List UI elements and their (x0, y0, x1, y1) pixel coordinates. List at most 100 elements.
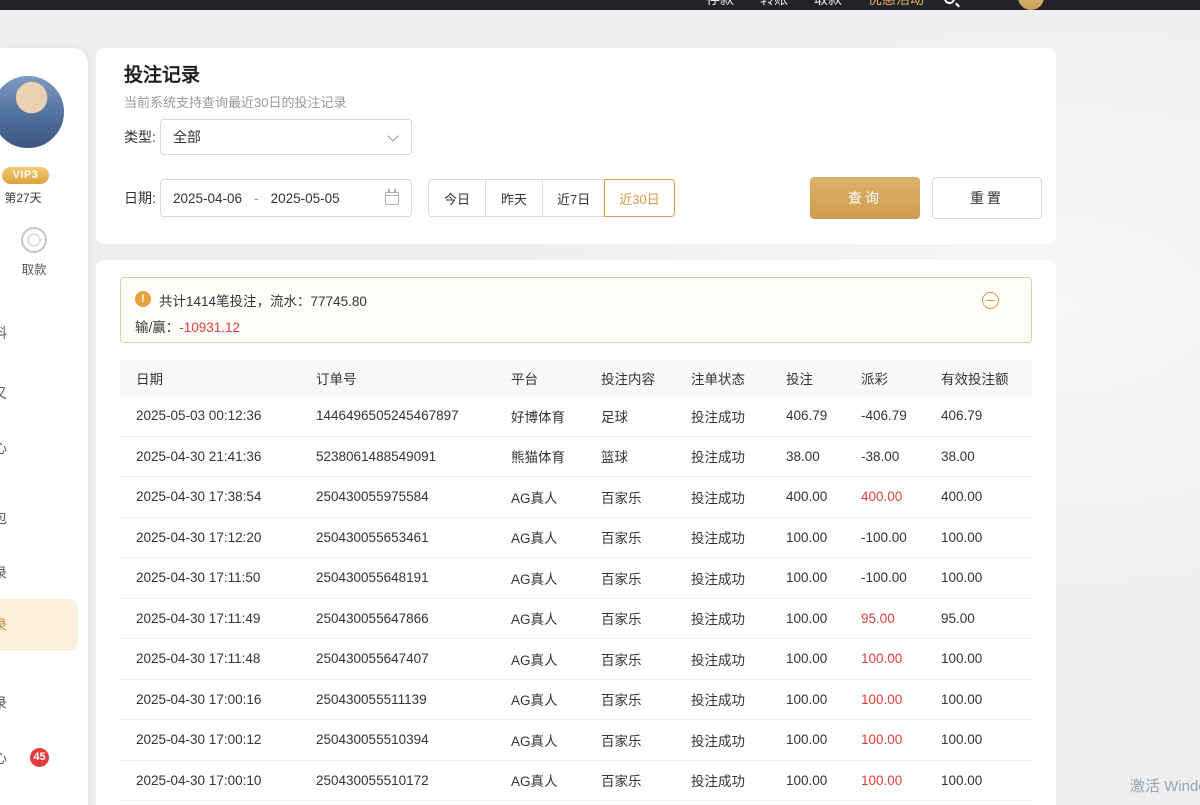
cell-order-number: 250430055510394 (316, 732, 511, 747)
cell-valid-amount: 406.79 (941, 408, 1032, 423)
page-subtitle: 当前系统支持查询最近30日的投注记录 (124, 92, 346, 111)
collapse-icon[interactable] (982, 292, 999, 309)
table-row[interactable]: 2025-04-30 17:00:10 250430055510172 AG真人… (120, 761, 1032, 802)
sidebar-item[interactable]: 录 (0, 560, 78, 586)
sidebar-item[interactable]: 又 (0, 380, 78, 406)
cell-payout: 95.00 (861, 611, 941, 626)
cell-valid-amount: 100.00 (941, 692, 1032, 707)
table-body: 2025-05-03 00:12:36 1446496505245467897 … (120, 396, 1032, 801)
cell-valid-amount: 100.00 (941, 773, 1032, 788)
table-row[interactable]: 2025-04-30 21:41:36 5238061488549091 熊猫体… (120, 437, 1032, 478)
table-row[interactable]: 2025-04-30 17:11:49 250430055647866 AG真人… (120, 599, 1032, 640)
cell-date: 2025-04-30 17:11:48 (136, 651, 316, 666)
date-label: 日期: (124, 179, 156, 217)
cell-bet-content: 百家乐 (601, 770, 691, 790)
top-nav-item[interactable]: 存款 (706, 0, 734, 9)
cell-valid-amount: 100.00 (941, 530, 1032, 545)
cell-order-number: 250430055510172 (316, 773, 511, 788)
cell-order-number: 5238061488549091 (316, 449, 511, 464)
info-icon: ! (135, 291, 151, 307)
top-nav-items: 存款 转账 取款 优惠活动 (706, 0, 924, 9)
cell-valid-amount: 100.00 (941, 651, 1032, 666)
cell-platform: AG真人 (511, 527, 601, 547)
cell-date: 2025-05-03 00:12:36 (136, 408, 316, 423)
quick-range-button[interactable]: 近7日 (542, 179, 605, 217)
filter-card: 投注记录 当前系统支持查询最近30日的投注记录 类型: 全部 日期: 2025-… (96, 48, 1056, 244)
cell-platform: AG真人 (511, 568, 601, 588)
reset-button[interactable]: 重置 (932, 177, 1042, 219)
sidebar-item[interactable]: 录 (0, 599, 78, 651)
cell-platform: AG真人 (511, 730, 601, 750)
table-row[interactable]: 2025-04-30 17:11:50 250430055648191 AG真人… (120, 558, 1032, 599)
sidebar-item[interactable]: 心 (0, 435, 78, 461)
summary-result-text: 输/赢：-10931.12 (135, 316, 240, 336)
quick-range-button[interactable]: 昨天 (485, 179, 543, 217)
page-title: 投注记录 (124, 60, 200, 87)
cell-bet-amount: 400.00 (786, 489, 861, 504)
summary-result-value: -10931.12 (179, 320, 240, 335)
cell-platform: AG真人 (511, 649, 601, 669)
cell-order-number: 250430055975584 (316, 489, 511, 504)
cell-order-number: 250430055647866 (316, 611, 511, 626)
user-avatar-small[interactable] (1018, 0, 1044, 10)
quick-range-button[interactable]: 今日 (428, 179, 486, 217)
activate-windows-watermark: 激活 Windows (1130, 775, 1200, 796)
table-row[interactable]: 2025-04-30 17:11:48 250430055647407 AG真人… (120, 639, 1032, 680)
cell-status: 投注成功 (691, 689, 786, 709)
column-header: 平台 (511, 368, 601, 388)
type-select[interactable]: 全部 (160, 119, 412, 155)
table-row[interactable]: 2025-04-30 17:38:54 250430055975584 AG真人… (120, 477, 1032, 518)
cell-status: 投注成功 (691, 446, 786, 466)
cell-bet-content: 百家乐 (601, 527, 691, 547)
cell-bet-amount: 100.00 (786, 530, 861, 545)
sidebar-item[interactable]: 料 (0, 320, 78, 346)
quick-range-button[interactable]: 近30日 (604, 179, 674, 217)
sidebar-item[interactable]: 心 45 (0, 745, 78, 771)
column-header: 订单号 (316, 368, 511, 388)
cell-date: 2025-04-30 17:11:50 (136, 570, 316, 585)
table-row[interactable]: 2025-05-03 00:12:36 1446496505245467897 … (120, 396, 1032, 437)
sidebar-item-label: 包 (0, 505, 7, 531)
cell-payout: -38.00 (861, 449, 941, 464)
cell-bet-amount: 100.00 (786, 732, 861, 747)
column-header: 投注内容 (601, 368, 691, 388)
cell-status: 投注成功 (691, 527, 786, 547)
date-to-value: 2025-05-05 (271, 191, 340, 206)
cell-date: 2025-04-30 17:11:49 (136, 611, 316, 626)
table-row[interactable]: 2025-04-30 17:00:12 250430055510394 AG真人… (120, 720, 1032, 761)
cell-order-number: 1446496505245467897 (316, 408, 511, 423)
cell-status: 投注成功 (691, 770, 786, 790)
date-range-input[interactable]: 2025-04-06 - 2025-05-05 (160, 179, 412, 217)
cell-bet-amount: 100.00 (786, 692, 861, 707)
cell-bet-amount: 100.00 (786, 773, 861, 788)
cell-payout: 100.00 (861, 692, 941, 707)
cell-bet-content: 篮球 (601, 446, 691, 466)
betting-records-page: 存款 转账 取款 优惠活动 VIP3 第27天 取款 料 (0, 0, 1200, 805)
top-nav-item[interactable]: 转账 (760, 0, 788, 9)
top-nav-item[interactable]: 优惠活动 (868, 0, 924, 9)
cell-platform: 好博体育 (511, 406, 601, 426)
cell-platform: AG真人 (511, 608, 601, 628)
top-nav-item[interactable]: 取款 (814, 0, 842, 9)
cell-order-number: 250430055648191 (316, 570, 511, 585)
summary-total-text: 共计1414笔投注，流水：77745.80 (159, 290, 367, 310)
column-header: 派彩 (861, 368, 941, 388)
sidebar-item-label: 又 (0, 380, 7, 406)
sidebar-item[interactable]: 录 (0, 690, 78, 716)
cell-status: 投注成功 (691, 406, 786, 426)
cell-valid-amount: 38.00 (941, 449, 1032, 464)
calendar-icon (385, 192, 399, 205)
cell-bet-amount: 100.00 (786, 611, 861, 626)
top-navbar: 存款 转账 取款 优惠活动 (0, 0, 1200, 10)
cell-platform: AG真人 (511, 487, 601, 507)
cell-date: 2025-04-30 21:41:36 (136, 449, 316, 464)
sidebar-item[interactable]: 包 (0, 505, 78, 531)
cell-bet-content: 百家乐 (601, 568, 691, 588)
table-row[interactable]: 2025-04-30 17:00:16 250430055511139 AG真人… (120, 680, 1032, 721)
search-icon[interactable] (944, 0, 955, 4)
cell-date: 2025-04-30 17:12:20 (136, 530, 316, 545)
cell-platform: 熊猫体育 (511, 446, 601, 466)
search-button[interactable]: 查询 (810, 177, 920, 219)
cell-bet-content: 百家乐 (601, 608, 691, 628)
table-row[interactable]: 2025-04-30 17:12:20 250430055653461 AG真人… (120, 518, 1032, 559)
